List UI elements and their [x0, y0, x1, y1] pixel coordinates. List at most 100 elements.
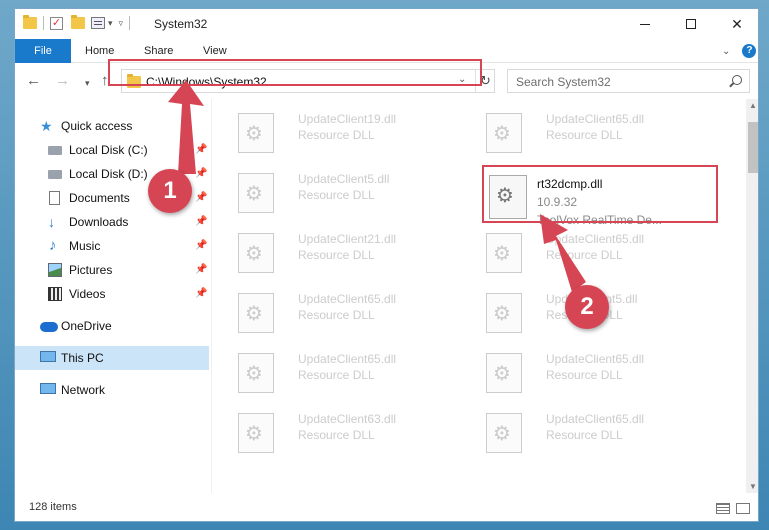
pin-icon[interactable]: 📌 [195, 192, 207, 203]
document-icon [49, 191, 60, 205]
tab-home[interactable]: Home [85, 39, 114, 63]
sidebar-item-this-pc[interactable]: This PC [15, 346, 209, 370]
sidebar-item-label: Downloads [69, 215, 129, 229]
sidebar-item-local-disk-d[interactable]: Local Disk (D:) 📌 [15, 162, 209, 186]
download-icon: ↓ [48, 214, 55, 230]
address-path[interactable]: C:\Windows\System32 [146, 75, 267, 89]
scrollbar-thumb[interactable] [748, 122, 758, 173]
video-icon [48, 287, 62, 301]
up-arrow-icon[interactable]: ↑ [101, 73, 109, 88]
tab-view[interactable]: View [203, 39, 227, 63]
sidebar-item-label: Local Disk (C:) [69, 143, 148, 157]
list-item[interactable]: UpdateClient65.dll Resource DLL [474, 105, 714, 163]
forward-arrow-icon[interactable]: → [55, 73, 70, 88]
scroll-up-icon[interactable]: ▲ [749, 101, 757, 110]
address-bar[interactable]: C:\Windows\System32 ⌄ ↻ [121, 69, 495, 93]
quick-access-toolbar: ✓ ▾ ▿ [23, 15, 136, 30]
list-item[interactable]: UpdateClient5.dll Resource DLL [226, 165, 466, 223]
status-bar: 128 items [15, 493, 758, 521]
ribbon-controls: ⌄ ? [722, 44, 757, 58]
sidebar-item-label: Local Disk (D:) [69, 167, 148, 181]
help-icon[interactable]: ? [742, 44, 757, 58]
refresh-icon[interactable]: ↻ [475, 70, 495, 92]
sidebar-item-label: Quick access [61, 119, 133, 133]
dll-file-icon [486, 413, 522, 453]
list-item[interactable]: UpdateClient5.dll Resource DLL [474, 285, 714, 343]
back-arrow-icon[interactable]: ← [26, 73, 41, 88]
file-name: UpdateClient5.dll [298, 172, 390, 186]
properties-icon[interactable] [91, 17, 105, 29]
dll-file-icon [238, 353, 274, 393]
disk-icon [48, 146, 62, 155]
details-view-icon[interactable] [716, 503, 730, 514]
chevron-down-icon[interactable]: ▾ [108, 18, 113, 29]
pin-icon[interactable]: 📌 [195, 240, 207, 251]
file-name: UpdateClient21.dll [298, 232, 397, 246]
sidebar-item-documents[interactable]: Documents 📌 [15, 186, 209, 210]
search-box[interactable]: Search System32 [507, 69, 750, 93]
pin-icon[interactable]: 📌 [195, 216, 207, 227]
file-name: UpdateClient65.dll [546, 352, 645, 366]
list-item[interactable]: UpdateClient21.dll Resource DLL [226, 225, 466, 283]
list-item[interactable]: UpdateClient65.dll Resource DLL [474, 225, 714, 283]
close-button[interactable]: ✕ [714, 9, 758, 39]
file-type: Resource DLL [298, 308, 375, 322]
expand-ribbon-icon[interactable]: ⌄ [722, 46, 730, 57]
file-name: UpdateClient65.dll [546, 232, 645, 246]
new-folder-icon[interactable] [71, 15, 85, 29]
list-item[interactable]: UpdateClient19.dll Resource DLL [226, 105, 466, 163]
tab-share[interactable]: Share [144, 39, 173, 63]
sidebar-item-label: Videos [69, 287, 106, 301]
file-name: UpdateClient19.dll [298, 112, 397, 126]
pin-icon[interactable]: 📌 [195, 168, 207, 179]
title-bar: ✓ ▾ ▿ System32 ✕ [15, 9, 758, 39]
maximize-icon [686, 19, 696, 29]
tab-file[interactable]: File [15, 39, 71, 63]
navigation-pane: ★ Quick access Local Disk (C:) 📌 Local D… [15, 105, 209, 493]
large-icons-view-icon[interactable] [736, 503, 750, 514]
sidebar-item-music[interactable]: ♪ Music 📌 [15, 234, 209, 258]
vertical-scrollbar[interactable]: ▲ ▼ [746, 99, 758, 493]
list-item-rt32dcmp[interactable]: rt32dcmp.dll 10.9.32 ToolVox RealTime De… [489, 173, 729, 231]
file-name: UpdateClient65.dll [546, 412, 645, 426]
scroll-down-icon[interactable]: ▼ [749, 482, 757, 491]
customize-toolbar-icon[interactable]: ▿ [119, 18, 124, 29]
maximize-button[interactable] [668, 9, 714, 39]
list-item[interactable]: UpdateClient65.dll Resource DLL [474, 345, 714, 403]
sidebar-item-label: Pictures [69, 263, 113, 277]
folder-icon [127, 74, 141, 88]
minimize-button[interactable] [622, 9, 668, 39]
file-type: Resource DLL [546, 308, 623, 322]
sidebar-item-label: OneDrive [61, 319, 112, 333]
dll-file-icon [486, 113, 522, 153]
recent-locations-chevron-icon[interactable]: ▾ [85, 76, 90, 91]
file-name: UpdateClient65.dll [298, 352, 397, 366]
list-item[interactable]: UpdateClient65.dll Resource DLL [226, 345, 466, 403]
dll-file-icon [238, 173, 274, 213]
chevron-down-icon[interactable]: ⌄ [458, 74, 466, 85]
sidebar-item-pictures[interactable]: Pictures 📌 [15, 258, 209, 282]
pin-icon[interactable]: 📌 [195, 264, 207, 275]
file-type: Resource DLL [298, 188, 375, 202]
sidebar-item-network[interactable]: Network [15, 378, 209, 402]
sidebar-item-downloads[interactable]: ↓ Downloads 📌 [15, 210, 209, 234]
dll-file-icon [486, 353, 522, 393]
pin-icon[interactable]: 📌 [195, 288, 207, 299]
dll-file-icon [489, 175, 527, 219]
sidebar-item-quick-access[interactable]: ★ Quick access [15, 114, 209, 138]
folder-icon [23, 15, 37, 29]
sidebar-item-local-disk-c[interactable]: Local Disk (C:) 📌 [15, 138, 209, 162]
list-item[interactable]: UpdateClient65.dll Resource DLL [474, 405, 714, 463]
pin-icon[interactable]: 📌 [195, 144, 207, 155]
properties-check-icon[interactable]: ✓ [50, 16, 63, 30]
list-item[interactable]: UpdateClient65.dll Resource DLL [226, 285, 466, 343]
search-input[interactable]: Search System32 [516, 75, 611, 89]
file-name: UpdateClient5.dll [546, 292, 638, 306]
sidebar-item-videos[interactable]: Videos 📌 [15, 282, 209, 306]
list-item[interactable]: UpdateClient63.dll Resource DLL [226, 405, 466, 463]
star-icon: ★ [40, 118, 53, 134]
sidebar-item-onedrive[interactable]: OneDrive [15, 314, 209, 338]
cloud-icon [40, 322, 58, 332]
search-icon[interactable] [732, 75, 742, 85]
dll-file-icon [238, 233, 274, 273]
